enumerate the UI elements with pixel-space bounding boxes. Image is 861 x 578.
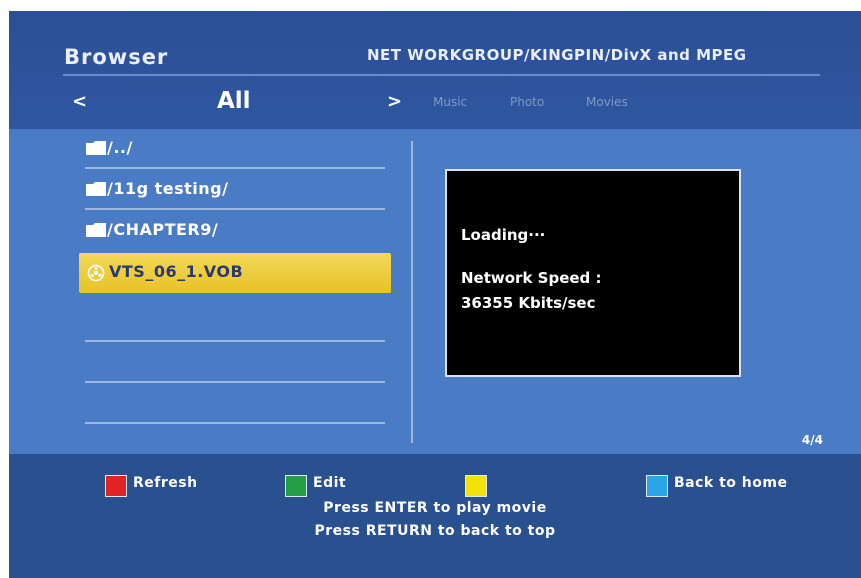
list-item-selected[interactable]: VTS_06_1.VOB (79, 253, 391, 293)
row-divider (85, 422, 385, 424)
list-item[interactable]: /../ (77, 129, 393, 169)
current-path: NET WORKGROUP/KINGPIN/DivX and MPEG (367, 46, 747, 64)
list-item[interactable]: /11g testing/ (77, 170, 393, 210)
page-counter: 4/4 (801, 433, 823, 447)
yellow-key-icon[interactable] (465, 475, 487, 497)
edit-label[interactable]: Edit (313, 475, 346, 491)
network-speed-label: Network Speed : (461, 269, 602, 287)
row-divider (85, 340, 385, 342)
network-speed-value: 36355 Kbits/sec (461, 294, 596, 312)
footer: Refresh Edit Back to home Press ENTER to… (9, 454, 861, 578)
list-item-empty (77, 384, 393, 424)
filter-current: All (217, 88, 251, 114)
tv-screen: Browser NET WORKGROUP/KINGPIN/DivX and M… (9, 11, 861, 578)
list-item-empty (77, 343, 393, 383)
folder-icon (86, 182, 106, 196)
tab-movies[interactable]: Movies (586, 95, 628, 109)
file-name: VTS_06_1.VOB (109, 262, 244, 281)
header: Browser NET WORKGROUP/KINGPIN/DivX and M… (9, 11, 861, 129)
refresh-label[interactable]: Refresh (133, 475, 198, 491)
loading-text: Loading··· (461, 226, 546, 244)
file-name: /11g testing/ (107, 179, 229, 198)
folder-icon (86, 223, 106, 237)
hint-return: Press RETURN to back to top (314, 523, 556, 539)
page-title: Browser (64, 45, 169, 69)
list-item[interactable]: /CHAPTER9/ (77, 211, 393, 251)
header-divider (63, 74, 820, 76)
back-to-home-label[interactable]: Back to home (674, 475, 787, 491)
chevron-right-icon[interactable]: > (387, 91, 402, 112)
row-divider (85, 208, 385, 210)
row-divider (85, 167, 385, 169)
pane-divider (411, 141, 413, 443)
blue-key-icon[interactable] (646, 475, 668, 497)
preview-panel: Loading··· Network Speed : 36355 Kbits/s… (445, 169, 741, 377)
tab-photo[interactable]: Photo (510, 95, 544, 109)
disc-icon (87, 264, 105, 282)
row-divider (85, 381, 385, 383)
hint-play: Press ENTER to play movie (323, 500, 547, 516)
green-key-icon[interactable] (285, 475, 307, 497)
red-key-icon[interactable] (105, 475, 127, 497)
file-name: /../ (107, 138, 133, 157)
chevron-left-icon[interactable]: < (72, 91, 87, 112)
tab-music[interactable]: Music (433, 95, 467, 109)
list-item-empty (77, 302, 393, 342)
folder-icon (86, 141, 106, 155)
file-name: /CHAPTER9/ (107, 220, 219, 239)
browser-content: /../ /11g testing/ /CHAPTER9/ VTS_06_1.V… (9, 129, 861, 454)
